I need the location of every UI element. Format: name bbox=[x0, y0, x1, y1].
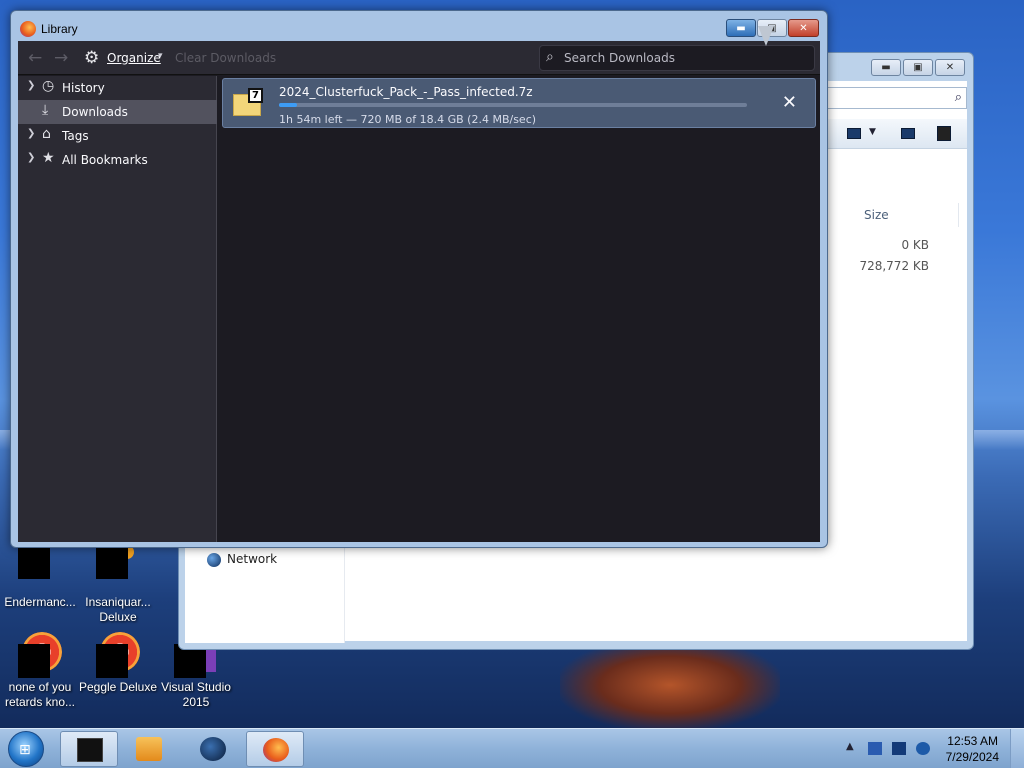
peggle-icon bbox=[94, 630, 142, 678]
downloads-list: 7 2024_Clusterfuck_Pack_-_Pass_infected.… bbox=[218, 76, 820, 542]
clock-time[interactable]: 12:53 AM bbox=[947, 734, 998, 748]
library-window[interactable]: Library ▬ ▣ ✕ ← → ⚙ Organize ▾ Clear Dow… bbox=[10, 10, 828, 548]
column-header-size[interactable]: Size bbox=[829, 203, 959, 227]
windows-logo-icon: ⊞ bbox=[19, 742, 31, 758]
expand-arrow-icon[interactable]: ❯ bbox=[27, 80, 35, 91]
star-icon: ★ bbox=[42, 150, 55, 166]
clear-downloads-button[interactable]: Clear Downloads bbox=[175, 51, 276, 65]
sidebar-item-tags[interactable]: ❯ ⌂ Tags bbox=[18, 124, 217, 148]
library-client-area: ← → ⚙ Organize ▾ Clear Downloads ⌕ ❯ ◷ H… bbox=[18, 41, 820, 542]
library-sidebar: ❯ ◷ History ⤓ Downloads ❯ ⌂ Tags ❯ ★ All… bbox=[18, 76, 217, 542]
system-tray: ▲ 12:53 AM 7/29/2024 bbox=[824, 729, 1024, 768]
download-filename: 2024_Clusterfuck_Pack_-_Pass_infected.7z bbox=[279, 85, 533, 99]
search-icon: ⌕ bbox=[546, 49, 554, 65]
nav-item-network[interactable]: Network bbox=[227, 552, 277, 566]
explorer-search-box[interactable]: ⌕ bbox=[819, 87, 967, 109]
firefox-icon bbox=[263, 738, 289, 762]
minimize-button[interactable]: ▬ bbox=[726, 19, 756, 37]
download-progress-fill bbox=[279, 103, 298, 107]
sidebar-item-label: Downloads bbox=[62, 105, 128, 119]
media-player-icon bbox=[136, 737, 162, 761]
sidebar-item-history[interactable]: ❯ ◷ History bbox=[18, 76, 217, 100]
sidebar-item-label: History bbox=[62, 81, 105, 95]
desktop-icon-peggle-deluxe[interactable]: Peggle Deluxe bbox=[78, 630, 158, 695]
desktop-icon-label-line2: retards kno... bbox=[4, 695, 76, 709]
forward-arrow-icon[interactable]: → bbox=[54, 48, 68, 68]
desktop-icon-label: Insaniquar... bbox=[85, 595, 151, 609]
sidebar-item-all-bookmarks[interactable]: ❯ ★ All Bookmarks bbox=[18, 148, 217, 172]
clock-icon: ◷ bbox=[42, 78, 55, 94]
minimize-button[interactable]: ▬ bbox=[871, 59, 901, 76]
search-icon: ⌕ bbox=[954, 90, 962, 105]
desktop-icon-label: Peggle Deluxe bbox=[78, 680, 158, 694]
volume-icon[interactable] bbox=[916, 742, 930, 755]
sidebar-item-label: Tags bbox=[62, 129, 89, 143]
desktop-icon-label-line2: Deluxe bbox=[99, 610, 137, 624]
desktop-icon-endermanch[interactable]: Endermanc... bbox=[0, 545, 80, 610]
globe-icon bbox=[200, 737, 226, 761]
explorer-caption-buttons: ▬ ▣ ✕ bbox=[871, 59, 965, 76]
desktop-icon-label: Visual Studio bbox=[161, 680, 231, 694]
start-button[interactable]: ⊞ bbox=[8, 731, 44, 767]
back-arrow-icon[interactable]: ← bbox=[28, 48, 42, 68]
show-hidden-icons-icon[interactable]: ▲ bbox=[846, 741, 854, 752]
cancel-download-icon[interactable]: ✕ bbox=[782, 92, 797, 113]
close-button[interactable]: ✕ bbox=[788, 19, 819, 37]
chevron-down-icon[interactable]: ▾ bbox=[158, 51, 163, 61]
7z-archive-icon: 7 bbox=[233, 88, 263, 116]
help-icon[interactable] bbox=[937, 126, 951, 141]
desktop-sunset-glow bbox=[560, 640, 780, 730]
desktop-icon-none-of-you[interactable]: none of you retards kno... bbox=[0, 630, 80, 710]
taskbar: ⊞ ▲ 12:53 AM 7/29/2024 bbox=[0, 728, 1024, 768]
display-tray-icon[interactable] bbox=[892, 742, 906, 755]
desktop-icon-label-line2: 2015 bbox=[182, 695, 210, 709]
library-toolbar: ← → ⚙ Organize ▾ Clear Downloads ⌕ bbox=[18, 41, 820, 75]
taskbar-firefox-button[interactable] bbox=[246, 731, 304, 767]
clock-date[interactable]: 7/29/2024 bbox=[946, 750, 999, 764]
organize-button[interactable]: Organize bbox=[107, 51, 161, 65]
expand-arrow-icon[interactable]: ❯ bbox=[27, 128, 35, 139]
mouse-cursor bbox=[758, 26, 774, 46]
file-size-cell: 728,772 KB bbox=[859, 259, 929, 273]
expand-arrow-icon[interactable]: ❯ bbox=[27, 152, 35, 163]
archive-badge: 7 bbox=[248, 88, 263, 103]
taskbar-media-player-button[interactable] bbox=[120, 731, 178, 767]
app-icon bbox=[16, 630, 64, 678]
app-icon bbox=[94, 545, 142, 593]
download-item[interactable]: 7 2024_Clusterfuck_Pack_-_Pass_infected.… bbox=[222, 78, 816, 128]
search-box[interactable]: ⌕ bbox=[539, 45, 815, 71]
folder-icon bbox=[77, 738, 103, 762]
search-input[interactable] bbox=[564, 50, 804, 66]
show-desktop-button[interactable] bbox=[1010, 729, 1024, 768]
maximize-button[interactable]: ▣ bbox=[903, 59, 933, 76]
desktop-icon-insaniquarium[interactable]: Insaniquar... Deluxe bbox=[78, 545, 158, 625]
gear-icon[interactable]: ⚙ bbox=[84, 48, 99, 68]
sidebar-item-downloads[interactable]: ⤓ Downloads bbox=[18, 100, 217, 124]
network-icon bbox=[207, 553, 221, 567]
file-size-cell: 0 KB bbox=[901, 238, 929, 252]
network-tray-icon[interactable] bbox=[868, 742, 882, 755]
desktop-icon-label: Endermanc... bbox=[4, 595, 76, 609]
window-title: Library bbox=[41, 22, 78, 36]
tag-icon: ⌂ bbox=[42, 126, 51, 142]
download-progress-bar bbox=[279, 103, 747, 107]
chevron-down-icon[interactable]: ▼ bbox=[869, 127, 876, 137]
sidebar-item-label: All Bookmarks bbox=[62, 153, 148, 167]
taskbar-explorer-button[interactable] bbox=[60, 731, 118, 767]
taskbar-app-button[interactable] bbox=[184, 731, 242, 767]
app-icon bbox=[16, 545, 64, 593]
desktop-icon-label: none of you bbox=[8, 680, 72, 694]
close-button[interactable]: ✕ bbox=[935, 59, 965, 76]
view-options-icon[interactable] bbox=[847, 128, 861, 139]
firefox-icon bbox=[20, 21, 36, 37]
download-icon: ⤓ bbox=[42, 102, 49, 118]
preview-pane-icon[interactable] bbox=[901, 128, 915, 139]
download-status: 1h 54m left — 720 MB of 18.4 GB (2.4 MB/… bbox=[279, 113, 537, 126]
